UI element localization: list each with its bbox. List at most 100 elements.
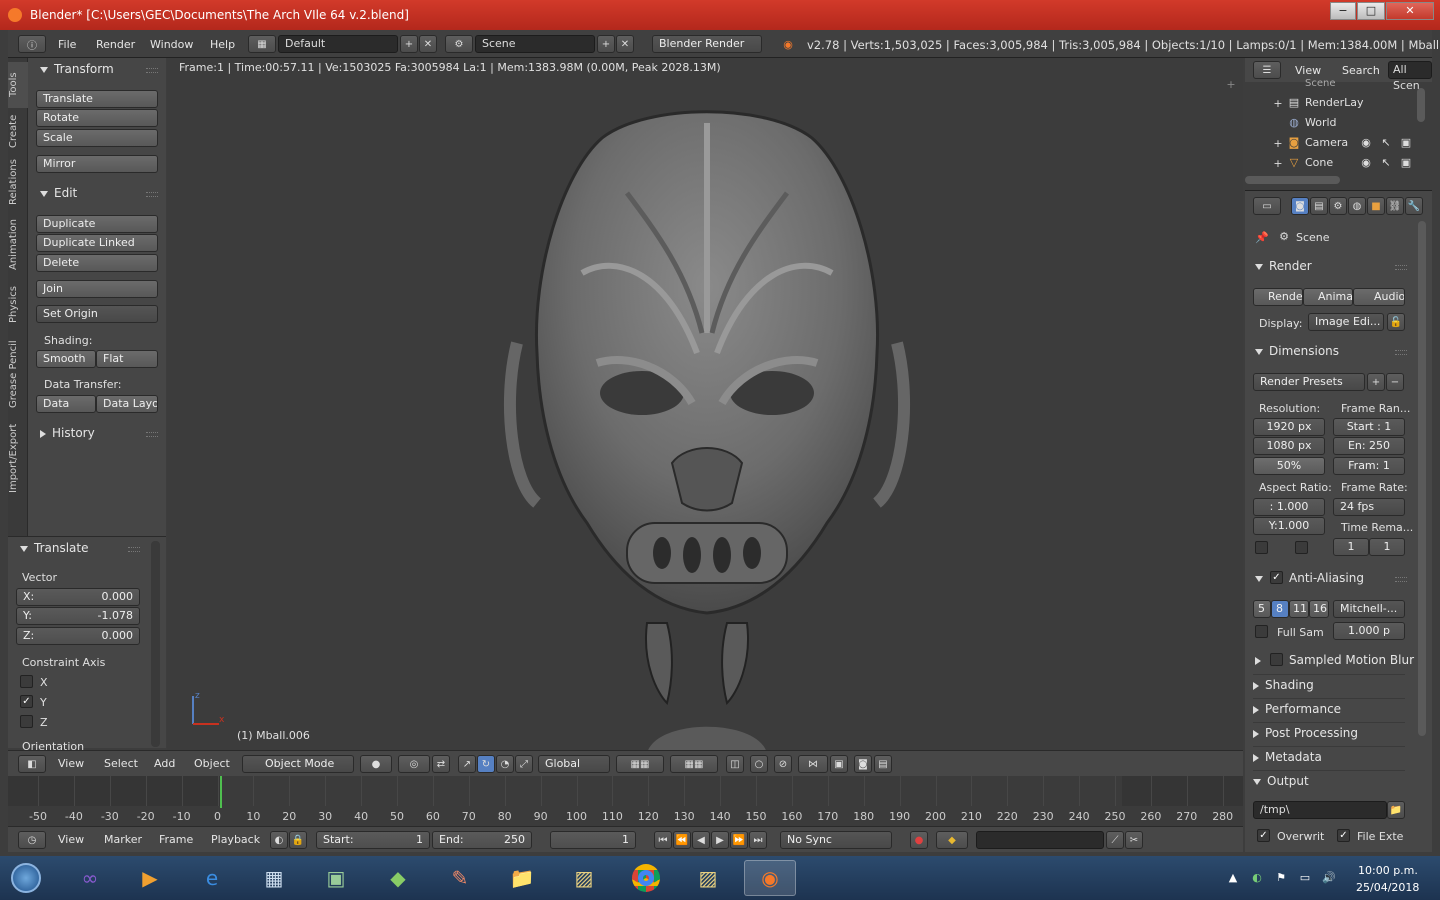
mode-dropdown[interactable]: Object Mode: [242, 755, 354, 773]
menu-window[interactable]: Window: [150, 38, 193, 51]
modifiers-context-icon[interactable]: 🔧: [1405, 197, 1423, 215]
data-layout-button[interactable]: Data Layo: [96, 395, 158, 413]
scene-context-icon[interactable]: ⚙: [1329, 197, 1347, 215]
render-camera-icon[interactable]: ▣: [1399, 155, 1413, 169]
resolution-y-field[interactable]: 1080 px: [1253, 437, 1325, 455]
tab-import-export[interactable]: Import/Export: [8, 418, 28, 498]
render-presets-dropdown[interactable]: Render Presets: [1253, 373, 1365, 391]
jump-keyframe-forward-icon[interactable]: ⏩: [730, 831, 748, 849]
lock-camera-icon[interactable]: ◫: [726, 755, 744, 773]
pivot-point-icon[interactable]: ◎: [398, 755, 430, 773]
duplicate-linked-button[interactable]: Duplicate Linked: [36, 234, 158, 252]
frame-end-field[interactable]: En: 250: [1333, 437, 1405, 455]
select-arrow-icon[interactable]: ↖: [1379, 155, 1393, 169]
translate-manipulator-icon[interactable]: ↗: [458, 755, 476, 773]
scale-button[interactable]: Scale: [36, 129, 158, 147]
outliner-item-world[interactable]: World: [1305, 116, 1337, 129]
tab-relations[interactable]: Relations: [8, 154, 28, 210]
add-preset-icon[interactable]: +: [1367, 373, 1385, 391]
render-camera-icon[interactable]: ▣: [1399, 135, 1413, 149]
motion-blur-checkbox[interactable]: [1270, 653, 1283, 666]
menu-add[interactable]: Add: [154, 757, 175, 770]
snap-element-icon[interactable]: ⋈: [798, 755, 828, 773]
remove-preset-icon[interactable]: −: [1386, 373, 1404, 391]
proportional-icon[interactable]: ○: [750, 755, 768, 773]
properties-editor-type-icon[interactable]: ▭: [1253, 197, 1281, 215]
panel-grip-icon[interactable]: [146, 192, 158, 197]
calculator-icon[interactable]: ▦: [248, 860, 300, 896]
screen-layout-icon[interactable]: ▦: [248, 35, 276, 53]
tray-flag-icon[interactable]: ⚑: [1272, 868, 1290, 886]
duplicate-button[interactable]: Duplicate: [36, 215, 158, 233]
panel-grip-icon[interactable]: [128, 547, 140, 552]
play-reverse-icon[interactable]: ◀: [692, 831, 710, 849]
history-panel-header[interactable]: History: [40, 426, 95, 440]
aa-samples-8[interactable]: 8: [1271, 600, 1289, 618]
render-audio-button[interactable]: Audio: [1353, 288, 1405, 306]
active-keying-set-field[interactable]: [976, 831, 1104, 849]
lock-interface-icon[interactable]: 🔓: [1387, 313, 1405, 331]
scene-icon[interactable]: ⚙: [445, 35, 473, 53]
visual-studio-icon[interactable]: ∞: [64, 860, 116, 896]
shading-section[interactable]: Shading: [1253, 674, 1405, 694]
end-frame-field[interactable]: End: 250: [432, 831, 532, 849]
scene-field[interactable]: Scene: [475, 35, 595, 53]
media-player-icon[interactable]: ▶: [124, 860, 176, 896]
green-app-icon[interactable]: ◆: [372, 860, 424, 896]
properties-scrollbar[interactable]: [1418, 221, 1426, 736]
aspect-x-field[interactable]: : 1.000: [1253, 498, 1325, 516]
dimensions-panel-header[interactable]: Dimensions: [1255, 344, 1339, 358]
render-context-icon[interactable]: ◙: [1291, 197, 1309, 215]
render-panel-header[interactable]: Render: [1255, 259, 1312, 273]
timeline-editor[interactable]: -50 -40 -30 -20 -10 0 10 20 30 40 50 60 70 80 90 100 110…: [8, 776, 1243, 826]
creature-head-model[interactable]: [497, 103, 917, 753]
auto-keying-icon[interactable]: ●: [910, 831, 928, 849]
3d-viewport[interactable]: Frame:1 | Time:00:57.11 | Ve:1503025 Fa:…: [167, 58, 1243, 753]
panel-grip-icon[interactable]: [1395, 577, 1407, 582]
data-button[interactable]: Data: [36, 395, 96, 413]
join-button[interactable]: Join: [36, 280, 158, 298]
start-button[interactable]: [4, 860, 48, 896]
transform-panel-header[interactable]: Transform: [40, 62, 114, 76]
constraint-y-checkbox[interactable]: ✓: [20, 695, 33, 708]
smooth-button[interactable]: Smooth: [36, 350, 96, 368]
volume-icon[interactable]: 🔊: [1320, 868, 1338, 886]
blender-taskbar-icon[interactable]: ◉: [744, 860, 796, 896]
outliner-editor-type-icon[interactable]: ☰: [1253, 61, 1281, 79]
delete-button[interactable]: Delete: [36, 254, 158, 272]
jump-end-icon[interactable]: ⏭: [749, 831, 767, 849]
overwrite-checkbox[interactable]: ✓: [1257, 829, 1270, 842]
paint-app-icon[interactable]: ✎: [434, 860, 486, 896]
render-image-button[interactable]: Rende: [1253, 288, 1303, 306]
opengl-render-icon[interactable]: ◙: [854, 755, 872, 773]
resolution-x-field[interactable]: 1920 px: [1253, 418, 1325, 436]
time-remap-old-field[interactable]: 1: [1333, 538, 1369, 556]
shading-mode-icon[interactable]: ●: [360, 755, 392, 773]
operator-scrollbar[interactable]: [151, 541, 160, 747]
aspect-y-field[interactable]: Y:1.000: [1253, 517, 1325, 535]
start-frame-field[interactable]: Start: 1: [316, 831, 430, 849]
outliner-item-renderlayers[interactable]: RenderLay: [1305, 96, 1364, 109]
menu-frame[interactable]: Frame: [159, 833, 193, 846]
delete-keyframe-icon[interactable]: ✂: [1125, 831, 1143, 849]
expand-icon[interactable]: +: [1273, 157, 1283, 170]
mirror-button[interactable]: Mirror: [36, 155, 158, 173]
aa-samples-11[interactable]: 11: [1289, 600, 1309, 618]
panel-grip-icon[interactable]: [146, 432, 158, 437]
outliner-h-scrollbar[interactable]: [1245, 176, 1340, 184]
constraint-z-checkbox[interactable]: [20, 715, 33, 728]
world-context-icon[interactable]: ◍: [1348, 197, 1366, 215]
select-arrow-icon[interactable]: ↖: [1379, 135, 1393, 149]
visibility-eye-icon[interactable]: ◉: [1359, 155, 1373, 169]
filter-size-field[interactable]: 1.000 p: [1333, 622, 1405, 640]
aa-samples-16[interactable]: 16: [1309, 600, 1329, 618]
image-viewer-icon[interactable]: ▨: [558, 860, 610, 896]
outliner-item-camera[interactable]: Camera: [1305, 136, 1348, 149]
time-remap-new-field[interactable]: 1: [1369, 538, 1405, 556]
performance-section[interactable]: Performance: [1253, 698, 1405, 718]
clock-date[interactable]: 25/04/2018: [1356, 881, 1419, 894]
add-layout-icon[interactable]: +: [400, 35, 418, 53]
vector-x-field[interactable]: X: 0.000: [16, 588, 140, 606]
menu-view[interactable]: View: [58, 757, 84, 770]
internet-explorer-icon[interactable]: e: [186, 860, 238, 896]
